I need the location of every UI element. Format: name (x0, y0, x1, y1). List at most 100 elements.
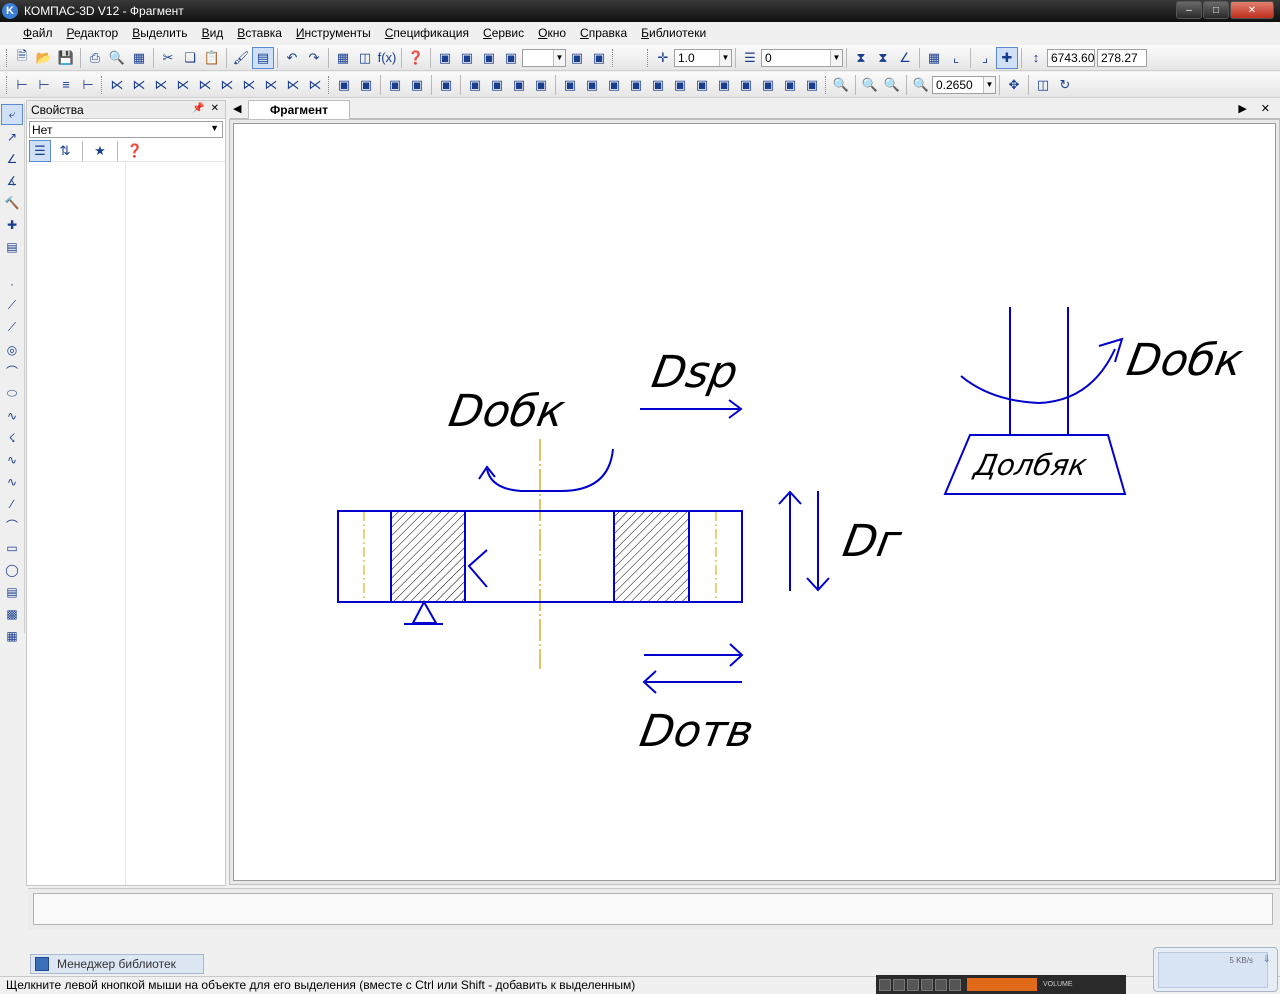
categorized-icon[interactable]: ☰ (29, 139, 51, 162)
hatch-tool-icon[interactable]: ▤ (1, 581, 23, 602)
layer-icon[interactable]: ☰ (739, 47, 761, 69)
zoom-out-icon[interactable]: 🔍 (881, 74, 903, 96)
toolbar-grip[interactable] (6, 75, 9, 94)
save-icon[interactable]: 💾 (55, 47, 77, 69)
editing-tool-icon[interactable]: ∡ (1, 170, 23, 191)
zoom-in-icon[interactable]: 🔍 (859, 74, 881, 96)
fillet-tool-icon[interactable]: ⌒ (1, 515, 23, 536)
ellipse-tool-icon[interactable]: ⬭ (1, 383, 23, 404)
parametrization-tool-icon[interactable]: 🔨 (1, 192, 23, 213)
variables-icon[interactable]: ◫ (354, 47, 376, 69)
menu-file[interactable]: Файл (16, 23, 60, 43)
pan-icon[interactable]: ✥ (1003, 74, 1025, 96)
segment-tool-icon[interactable]: ⟋ (1, 317, 23, 338)
snap-point-icon[interactable]: ⋉ (238, 74, 260, 96)
geometry-tool-icon[interactable]: ⤶ (1, 104, 23, 125)
refresh-view-icon[interactable]: ◫ (1032, 74, 1054, 96)
coord-y-field[interactable]: 278.27 (1097, 48, 1147, 67)
properties-icon[interactable]: ▦ (128, 47, 150, 69)
snap-point-icon[interactable]: ⋉ (260, 74, 282, 96)
ortho-mode-icon[interactable]: ⌟ (974, 47, 996, 69)
redo-icon[interactable]: ↷ (303, 47, 325, 69)
menu-editor[interactable]: Редактор (60, 23, 126, 43)
cut-icon[interactable]: ✂ (157, 47, 179, 69)
auxiliary-line-icon[interactable]: ⟋ (1, 295, 23, 316)
bezier-tool-icon[interactable]: ∿ (1, 449, 23, 470)
dimensions-tool-icon[interactable]: ↗ (1, 126, 23, 147)
snap-point-icon[interactable]: ⋉ (106, 74, 128, 96)
point-tool-icon[interactable]: · (1, 273, 23, 294)
pin-icon[interactable]: 📌 (192, 103, 204, 114)
toolbar-grip[interactable] (612, 48, 615, 67)
polyline-tool-icon[interactable]: ☇ (1, 427, 23, 448)
3d-op-icon[interactable]: ▣ (486, 74, 508, 96)
3d-op-icon[interactable]: ▣ (669, 74, 691, 96)
layers-icon[interactable]: ▦ (332, 47, 354, 69)
3d-op-icon[interactable]: ▣ (406, 74, 428, 96)
manager-icon[interactable]: ▤ (252, 46, 274, 69)
menu-help[interactable]: Справка (573, 23, 634, 43)
toolbar-grip[interactable] (101, 75, 104, 94)
3d-op-icon[interactable]: ▣ (713, 74, 735, 96)
round-snap-icon[interactable]: ✚ (996, 46, 1018, 69)
cursor-step-field[interactable]: 1.0 ▼ (674, 48, 732, 67)
3d-op-icon[interactable]: ▣ (757, 74, 779, 96)
toolbar-grip[interactable] (6, 48, 9, 67)
library-manager-tab[interactable]: Менеджер библиотек (30, 954, 204, 974)
tab-fragment[interactable]: Фрагмент (248, 100, 350, 119)
grid-icon[interactable]: ▦ (923, 47, 945, 69)
snap-point-icon[interactable]: ⋉ (216, 74, 238, 96)
symbols-tool-icon[interactable]: ∠ (1, 148, 23, 169)
toolbar-grip[interactable] (647, 48, 650, 67)
3d-op-icon[interactable]: ▣ (735, 74, 757, 96)
snap-point-icon[interactable]: ⋉ (282, 74, 304, 96)
coord-x-field[interactable]: 6743.60 (1047, 48, 1095, 67)
zoom-icon[interactable]: 🔍 (910, 74, 932, 96)
3d-op-icon[interactable]: ▣ (508, 74, 530, 96)
undo-icon[interactable]: ↶ (281, 47, 303, 69)
view-icon[interactable]: ▣ (478, 47, 500, 69)
tab-close-icon[interactable]: ✕ (1261, 102, 1270, 115)
tab-scroll-left-icon[interactable]: ◀ (233, 102, 241, 115)
print-preview-icon[interactable]: 🔍 (106, 47, 128, 69)
print-icon[interactable]: ⎙ (84, 47, 106, 69)
menu-service[interactable]: Сервис (476, 23, 531, 43)
view-icon[interactable]: ▣ (456, 47, 478, 69)
3d-op-icon[interactable]: ▣ (530, 74, 552, 96)
menu-window[interactable]: Окно (531, 23, 573, 43)
3d-op-icon[interactable]: ▣ (355, 74, 377, 96)
3d-op-icon[interactable]: ▣ (603, 74, 625, 96)
media-pause-icon[interactable] (907, 978, 919, 991)
3d-op-icon[interactable]: ▣ (779, 74, 801, 96)
toolbar-grip[interactable] (825, 75, 828, 94)
menu-view[interactable]: Вид (195, 23, 231, 43)
drawing-canvas[interactable]: Dобк Dsp Dг Dотв Dобк Долбяк (233, 123, 1276, 881)
view-icon[interactable]: ▣ (434, 47, 456, 69)
3d-op-icon[interactable]: ▣ (647, 74, 669, 96)
media-prev-icon[interactable] (879, 978, 891, 991)
dimension-line-icon[interactable]: ≡ (55, 74, 77, 96)
media-next-icon[interactable] (935, 978, 947, 991)
circle-tool-icon[interactable]: ◎ (1, 339, 23, 360)
zoom-window-icon[interactable]: 🔍 (830, 74, 852, 96)
redraw-icon[interactable]: ↻ (1054, 74, 1076, 96)
command-input[interactable] (33, 893, 1273, 925)
3d-op-icon[interactable]: ▣ (384, 74, 406, 96)
collect-contour-icon[interactable]: ▦ (1, 625, 23, 646)
open-folder-icon[interactable]: 📂 (33, 47, 55, 69)
orthogonal-icon[interactable]: ∠ (894, 47, 916, 69)
3d-op-icon[interactable]: ▣ (691, 74, 713, 96)
snap-point-icon[interactable]: ⋉ (172, 74, 194, 96)
tab-scroll-right-icon[interactable]: ▶ (1238, 102, 1246, 115)
maximize-button[interactable]: □ (1203, 1, 1229, 19)
toolbar-grip[interactable] (328, 75, 331, 94)
3d-op-icon[interactable]: ▣ (581, 74, 603, 96)
disabled-dropdown[interactable]: ▼ (522, 48, 566, 67)
3d-op-icon[interactable]: ▣ (435, 74, 457, 96)
minimize-button[interactable]: – (1176, 1, 1202, 19)
media-eject-icon[interactable] (949, 978, 961, 991)
arc-tool-icon[interactable]: ⌒ (1, 361, 23, 382)
zoom-scale-field[interactable]: 0.2650 ▼ (932, 75, 996, 94)
3d-op-icon[interactable]: ▣ (464, 74, 486, 96)
snap-point-icon[interactable]: ⋉ (128, 74, 150, 96)
